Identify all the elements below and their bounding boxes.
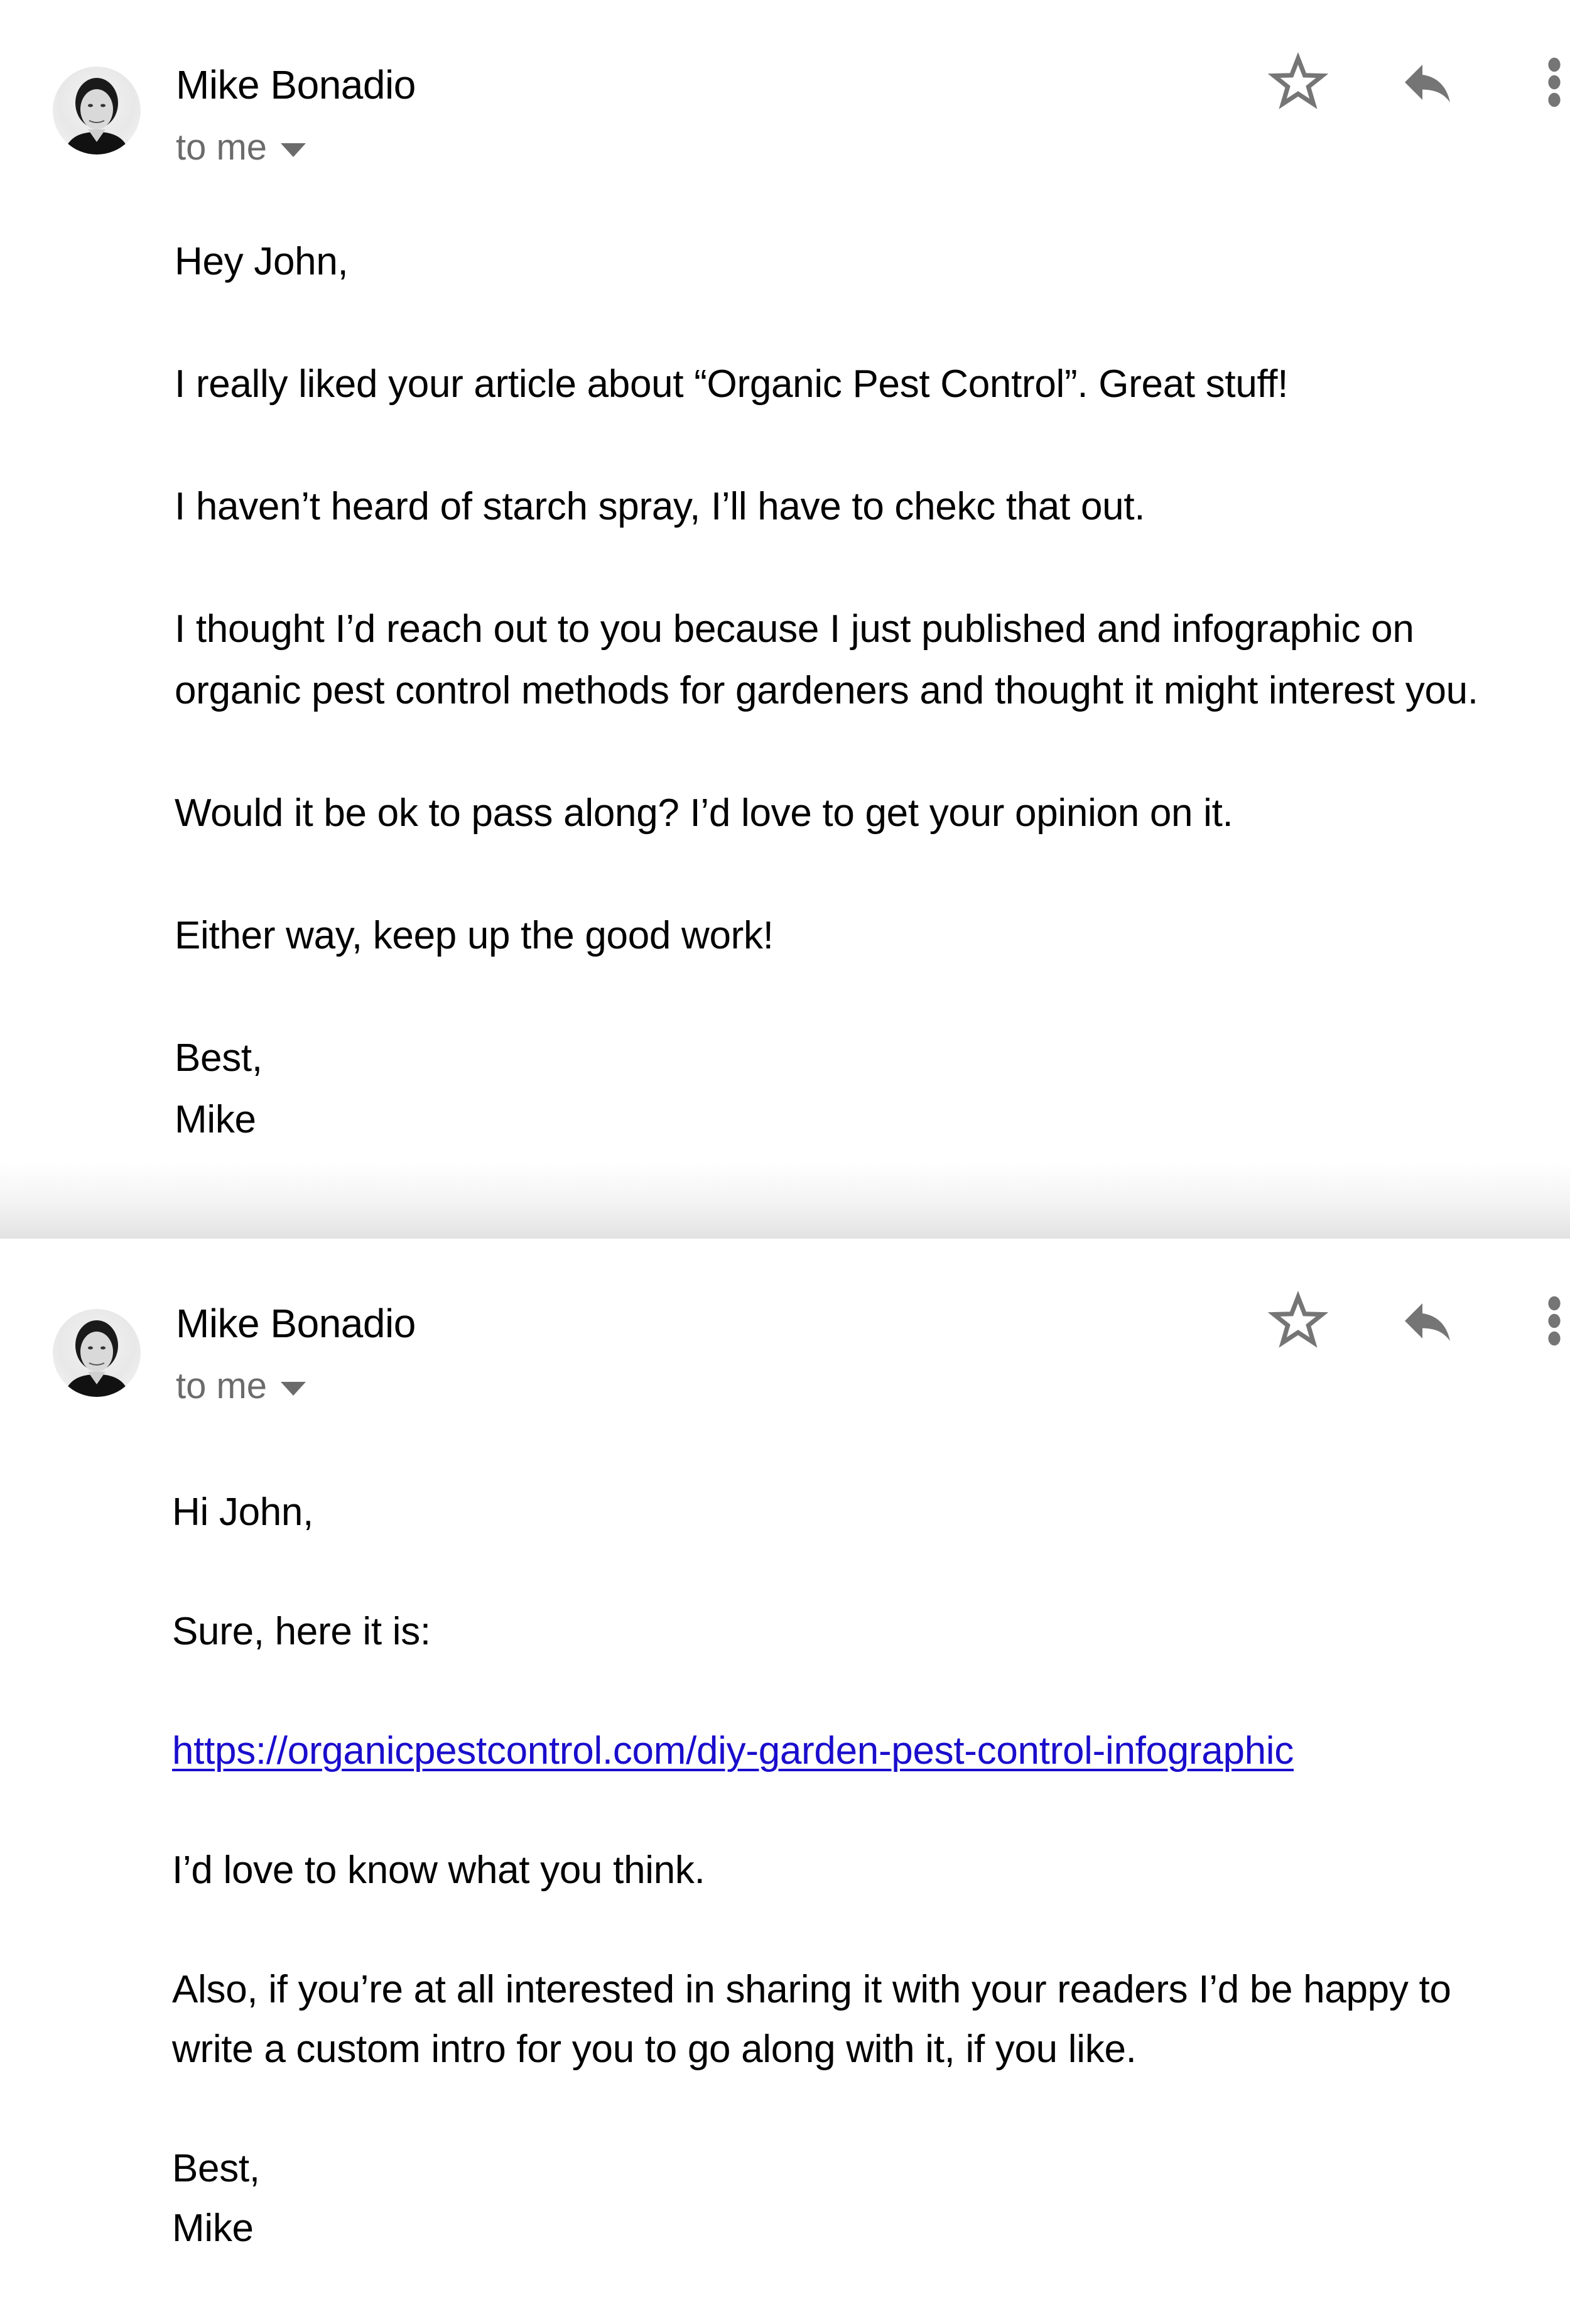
avatar-photo-icon <box>64 1320 129 1397</box>
body-paragraph: Also, if you’re at all interested in sha… <box>172 1968 1451 2071</box>
chevron-down-icon <box>281 1382 306 1396</box>
star-button[interactable] <box>1264 48 1333 117</box>
message-actions <box>1193 48 1570 123</box>
more-options-button[interactable] <box>1520 48 1570 117</box>
star-outline-icon <box>1268 1291 1328 1348</box>
star-button[interactable] <box>1264 1286 1333 1355</box>
body-paragraph: Would it be ok to pass along? I’d love t… <box>175 791 1233 835</box>
signature: Mike <box>172 2207 254 2250</box>
sender-name: Mike Bonadio <box>176 62 416 107</box>
signature: Mike <box>175 1098 256 1141</box>
more-vertical-icon <box>1548 57 1561 107</box>
body-paragraph: Either way, keep up the good work! <box>175 914 774 957</box>
body-paragraph: Sure, here it is: <box>172 1610 431 1653</box>
email-message-2: Mike Bonadio to me Hi John, Sure, here i… <box>0 1239 1570 2324</box>
sender-avatar[interactable] <box>53 1309 141 1397</box>
body-paragraph: I’d love to know what you think. <box>172 1849 705 1892</box>
message-body: Hi John, Sure, here it is: https://organ… <box>172 1482 1520 2258</box>
recipient-dropdown[interactable]: to me <box>176 1367 306 1406</box>
chevron-down-icon <box>281 143 306 157</box>
greeting: Hi John, <box>172 1491 314 1534</box>
message-actions <box>1193 1286 1570 1362</box>
more-options-button[interactable] <box>1520 1286 1570 1355</box>
star-outline-icon <box>1268 52 1328 109</box>
reply-icon <box>1405 1303 1450 1341</box>
body-paragraph: I haven’t heard of starch spray, I’ll ha… <box>175 485 1145 528</box>
recipient-dropdown[interactable]: to me <box>176 128 306 167</box>
avatar-photo-icon <box>64 78 129 155</box>
sender-name: Mike Bonadio <box>176 1301 416 1346</box>
sender-avatar[interactable] <box>53 67 141 155</box>
link-paragraph: https://organicpestcontrol.com/diy-garde… <box>172 1721 1520 1781</box>
greeting: Hey John, <box>175 240 349 283</box>
signoff: Best, <box>175 1036 263 1080</box>
infographic-link[interactable]: https://organicpestcontrol.com/diy-garde… <box>172 1729 1294 1773</box>
reply-button[interactable] <box>1393 1286 1462 1355</box>
body-paragraph: I really liked your article about “Organ… <box>175 362 1289 406</box>
message-body: Hey John, I really liked your article ab… <box>175 231 1520 1151</box>
recipient-label: to me <box>176 1366 268 1406</box>
more-vertical-icon <box>1548 1296 1561 1346</box>
signoff: Best, <box>172 2147 260 2190</box>
reply-icon <box>1405 65 1450 102</box>
reply-button[interactable] <box>1393 48 1462 117</box>
email-message-1: Mike Bonadio to me Hey John, I really li… <box>0 0 1570 1239</box>
body-paragraph: I thought I’d reach out to you because I… <box>175 607 1478 712</box>
recipient-label: to me <box>176 127 268 168</box>
